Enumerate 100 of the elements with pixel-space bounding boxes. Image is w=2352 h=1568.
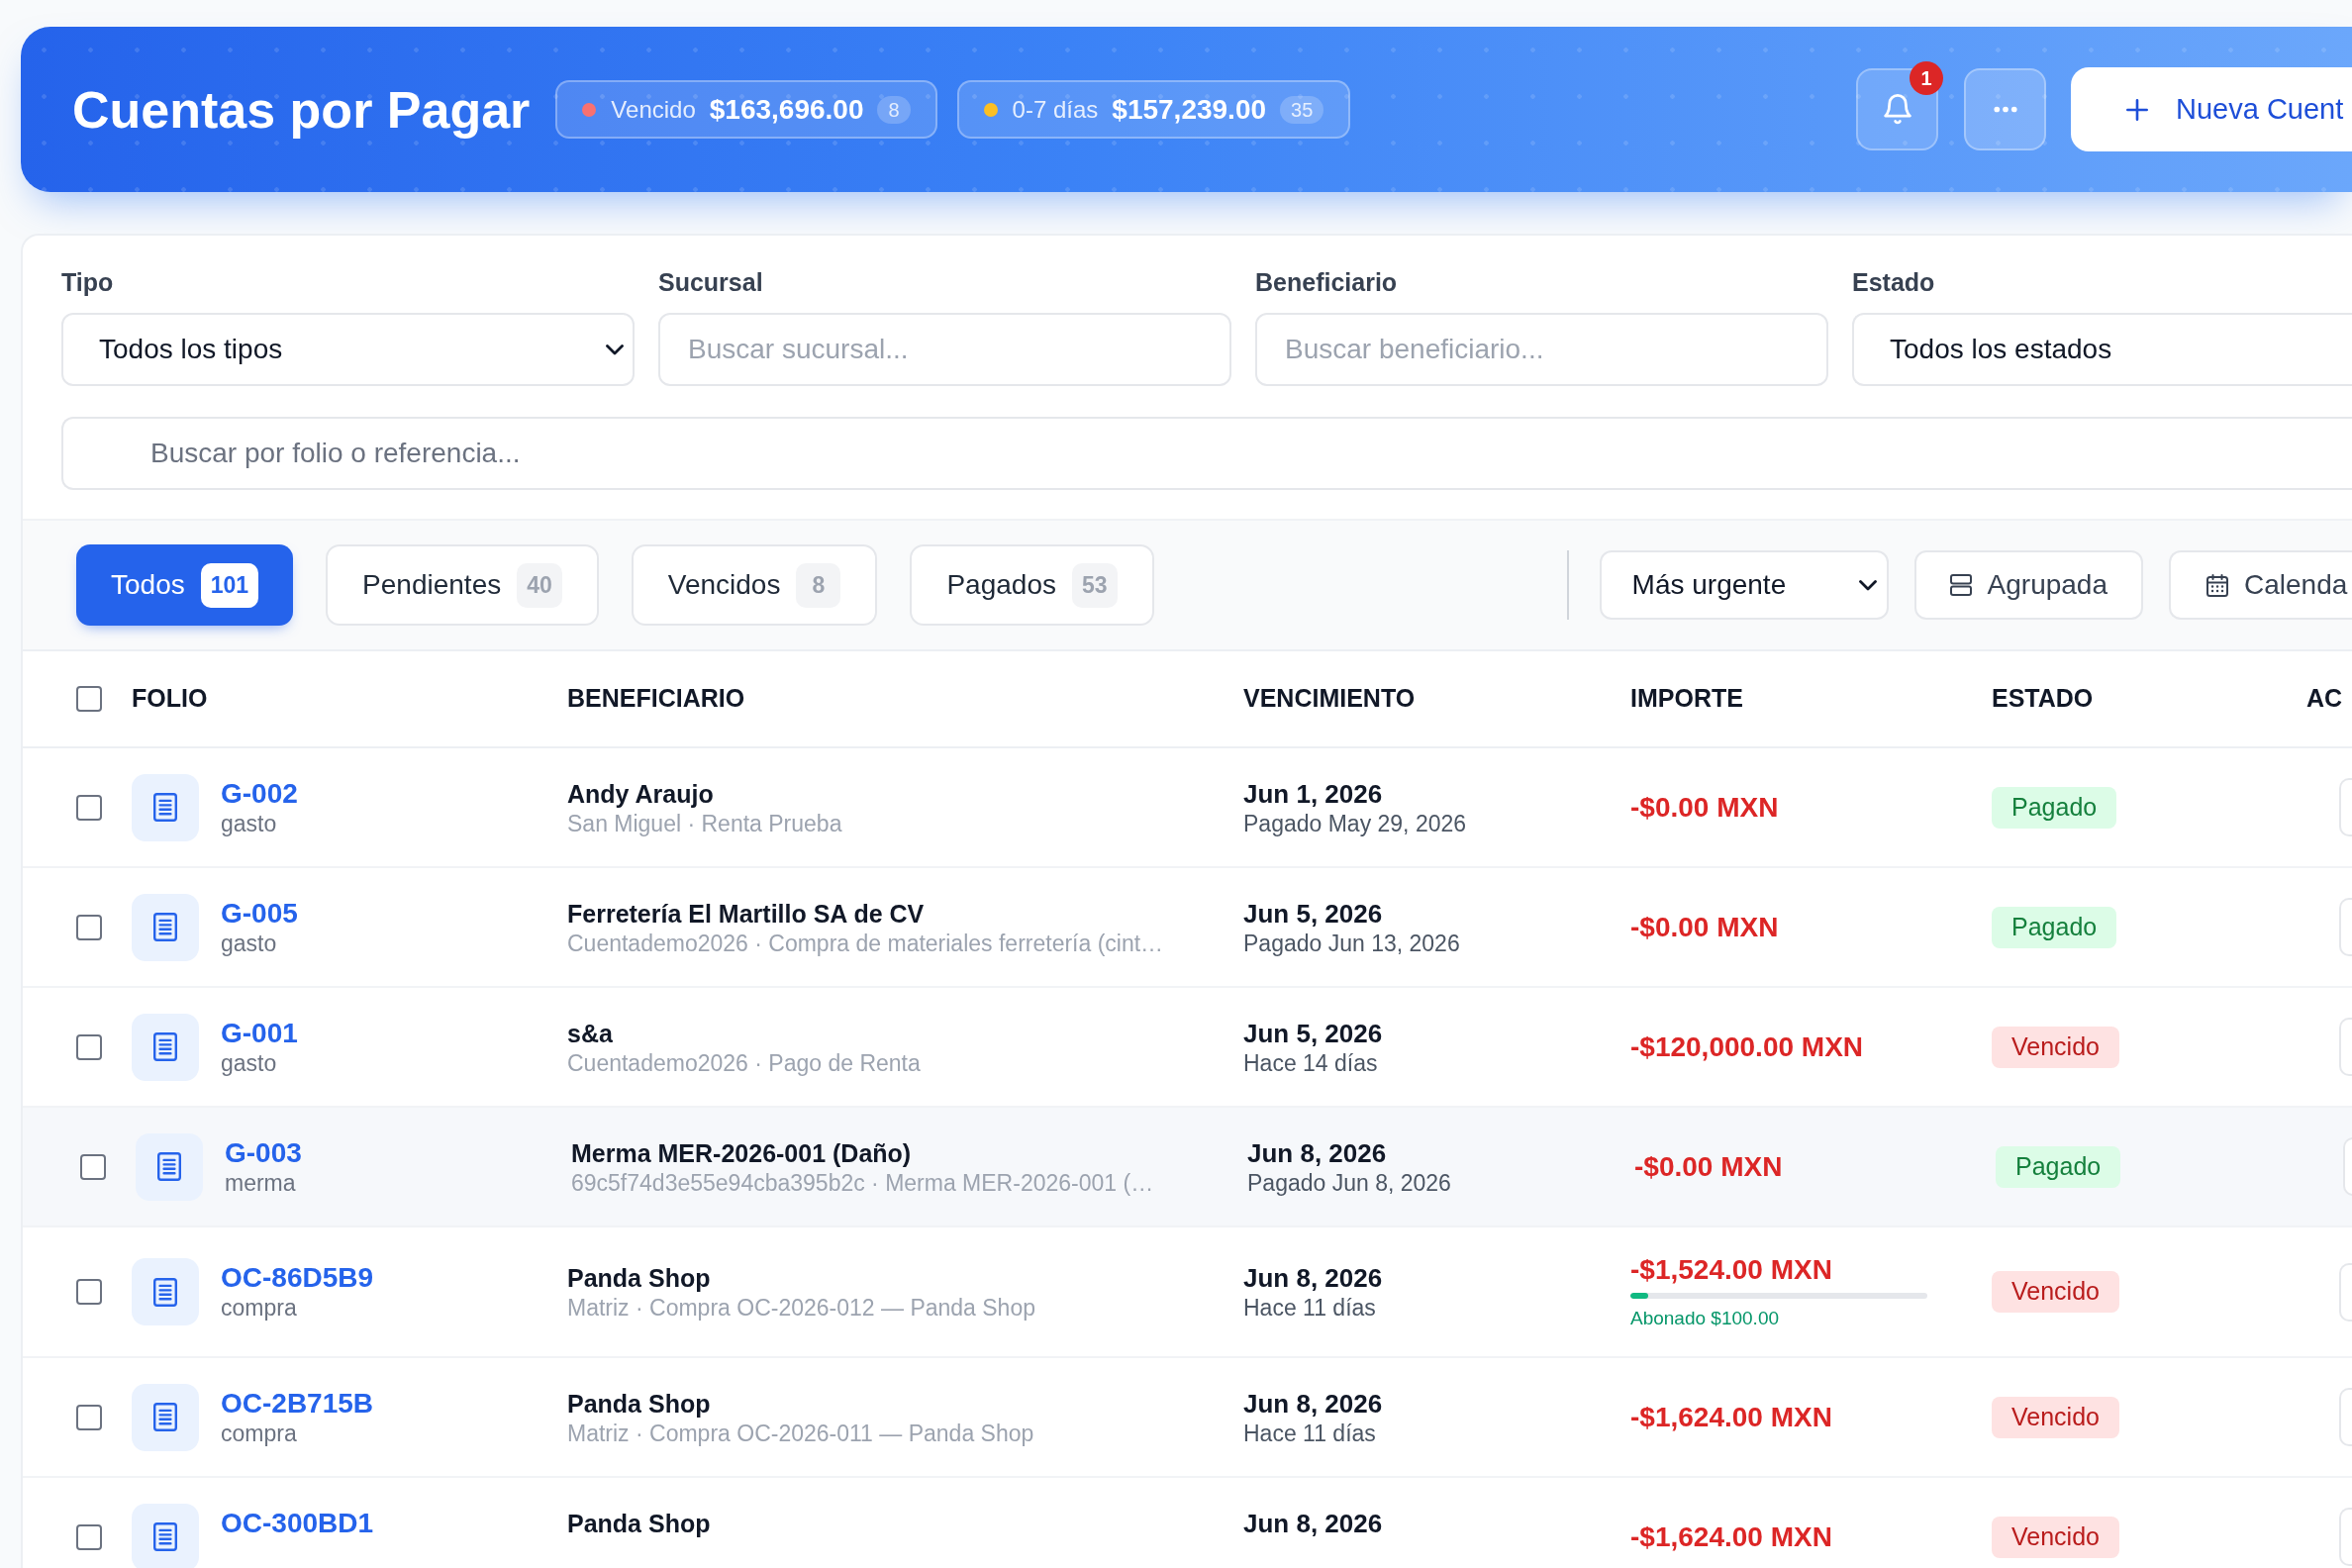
- folio-type: compra: [221, 1419, 298, 1447]
- beneficiary-name: Ferretería El Martillo SA de CV: [567, 898, 926, 930]
- folio-link[interactable]: G-005: [221, 897, 298, 930]
- filter-label: Tipo: [61, 267, 115, 297]
- due-date: Jun 5, 2026: [1243, 1017, 1384, 1049]
- filter-tab[interactable]: Pendientes 40: [326, 544, 599, 626]
- filter-dropdown[interactable]: Todos los estados: [1852, 313, 2352, 386]
- status-badge: Vencido: [1992, 1516, 2119, 1558]
- count-badge: 35: [1280, 95, 1324, 124]
- status-badge: Pagado: [1992, 906, 2117, 948]
- view-button[interactable]: Calenda: [2169, 550, 2352, 620]
- folio-link[interactable]: G-002: [221, 777, 298, 810]
- checkbox[interactable]: [76, 794, 102, 821]
- stacked-rows-icon: [1949, 574, 1972, 596]
- count-badge: 101: [200, 562, 259, 608]
- filter-label: Beneficiario: [1255, 267, 1399, 297]
- due-note: Pagado Jun 8, 2026: [1247, 1168, 1452, 1197]
- folio-type: gasto: [221, 929, 278, 957]
- folio-link[interactable]: OC-86D5B9: [221, 1262, 374, 1294]
- chevron-down-icon: [606, 343, 624, 355]
- status-badge: Pagado: [1992, 786, 2117, 829]
- plus-icon: [2126, 98, 2148, 121]
- column-header: ESTADO: [1992, 683, 2095, 715]
- view-button[interactable]: Agrupada: [1913, 550, 2143, 620]
- document-icon: [132, 893, 199, 961]
- count-badge: 53: [1072, 562, 1118, 608]
- document-icon: [132, 1258, 199, 1325]
- more-icon: [1993, 106, 2017, 113]
- column-header: IMPORTE: [1630, 683, 1744, 715]
- count-badge: 8: [877, 95, 911, 124]
- beneficiary-name: Andy Araujo: [567, 778, 715, 810]
- beneficiary-name: Panda Shop: [567, 1508, 712, 1539]
- due-date: Jun 8, 2026: [1247, 1136, 1388, 1169]
- status-badge: Vencido: [1992, 1026, 2119, 1068]
- due-date: Jun 8, 2026: [1243, 1507, 1384, 1539]
- beneficiary-detail: Cuentademo2026 · Compra de materiales ferretería (cint…: [567, 929, 1165, 957]
- pill-label: Vencido: [611, 94, 696, 125]
- amount: -$0.00 MXN: [1630, 791, 1780, 824]
- checkbox[interactable]: [76, 914, 102, 940]
- column-header: AC: [2306, 683, 2344, 715]
- document-icon: [132, 1383, 199, 1451]
- filter-tab[interactable]: Vencidos 8: [631, 544, 878, 626]
- new-account-button[interactable]: Nueva Cuent: [2071, 67, 2352, 151]
- due-note: Hace 11 días: [1243, 1294, 1377, 1322]
- checkbox[interactable]: [76, 686, 102, 712]
- beneficiary-detail: Matriz · Compra OC-2026-012 — Panda Shop: [567, 1294, 1036, 1322]
- folio-type: merma: [225, 1168, 297, 1197]
- beneficiary-name: Panda Shop: [567, 1388, 712, 1420]
- due-date: Jun 5, 2026: [1243, 897, 1384, 930]
- filter-input[interactable]: Buscar sucursal...: [658, 313, 1231, 386]
- due-note: Hace 11 días: [1243, 1419, 1377, 1447]
- sort-dropdown[interactable]: Más urgente: [1599, 550, 1889, 620]
- chevron-down-icon: [1858, 579, 1877, 591]
- beneficiary-detail: 69c5f74d3e55e94cba395b2c · Merma MER-2026-001 (…: [571, 1168, 1155, 1197]
- folio-link[interactable]: G-003: [225, 1136, 302, 1169]
- checkbox[interactable]: [76, 1523, 102, 1550]
- notification-count-badge: 1: [1910, 61, 1943, 95]
- checkbox[interactable]: [76, 1279, 102, 1305]
- count-badge: 40: [517, 562, 562, 608]
- document-icon: [132, 1013, 199, 1081]
- due-note: Hace 14 días: [1243, 1048, 1379, 1077]
- amount: -$1,624.00 MXN: [1630, 1520, 1833, 1553]
- amount: -$0.00 MXN: [1634, 1150, 1784, 1183]
- column-header: VENCIMIENTO: [1243, 683, 1417, 715]
- amount: -$1,524.00 MXN: [1630, 1253, 1833, 1286]
- amount: -$0.00 MXN: [1630, 911, 1780, 943]
- search-field[interactable]: Buscar por folio o referencia...: [61, 417, 2352, 490]
- status-badge: Pagado: [1996, 1145, 2121, 1188]
- due-date: Jun 8, 2026: [1243, 1262, 1384, 1294]
- amount: -$1,624.00 MXN: [1630, 1401, 1833, 1433]
- beneficiary-detail: Cuentademo2026 · Pago de Renta: [567, 1048, 922, 1077]
- due-date: Jun 8, 2026: [1243, 1387, 1384, 1420]
- folio-link[interactable]: G-001: [221, 1017, 298, 1049]
- checkbox[interactable]: [76, 1404, 102, 1430]
- due-note: Pagado Jun 13, 2026: [1243, 929, 1461, 957]
- amount: -$120,000.00 MXN: [1630, 1030, 1865, 1063]
- folio-link[interactable]: OC-300BD1: [221, 1507, 374, 1539]
- calendar-icon: [2206, 573, 2228, 597]
- filter-dropdown[interactable]: Todos los tipos: [61, 313, 635, 386]
- filter-label: Estado: [1852, 267, 1936, 297]
- pill-amount: $163,696.00: [709, 92, 864, 127]
- checkbox[interactable]: [76, 1033, 102, 1060]
- pill-label: 0-7 días: [1012, 94, 1099, 125]
- filter-tab[interactable]: Todos 101: [76, 544, 294, 626]
- folio-link[interactable]: OC-2B715B: [221, 1387, 374, 1420]
- beneficiary-detail: Matriz · Compra OC-2026-011 — Panda Shop: [567, 1419, 1035, 1447]
- status-badge: Vencido: [1992, 1271, 2119, 1313]
- beneficiary-name: s&a: [567, 1018, 614, 1049]
- folio-type: compra: [221, 1294, 298, 1322]
- document-icon: [132, 773, 199, 841]
- pill-amount: $157,239.00: [1112, 92, 1267, 127]
- folio-type: gasto: [221, 809, 278, 837]
- beneficiary-name: Merma MER-2026-001 (Daño): [571, 1137, 913, 1169]
- filter-label: Sucursal: [658, 267, 764, 297]
- count-badge: 8: [796, 562, 841, 608]
- filter-input[interactable]: Buscar beneficiario...: [1255, 313, 1828, 386]
- bell-icon: [1883, 94, 1911, 125]
- checkbox[interactable]: [80, 1153, 106, 1180]
- filter-tab[interactable]: Pagados 53: [910, 544, 1154, 626]
- beneficiary-name: Panda Shop: [567, 1263, 712, 1294]
